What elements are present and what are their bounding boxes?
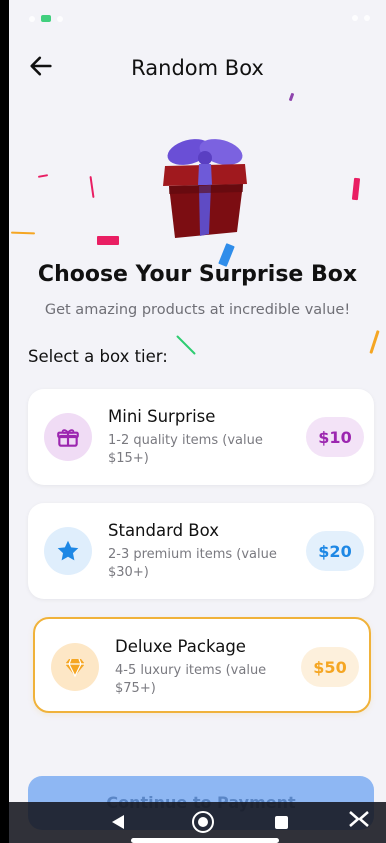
confetti-piece: [10, 231, 36, 235]
confetti-piece: [97, 236, 119, 245]
price-badge: $20: [306, 531, 364, 571]
confetti-piece: [288, 92, 295, 102]
tier-description: 4-5 luxury items (value $75+): [115, 663, 267, 696]
tier-name: Deluxe Package: [115, 637, 246, 656]
top-app-bar: Random Box: [9, 50, 386, 86]
tier-icon-badge: [51, 643, 99, 691]
gift-box-illustration: [163, 139, 247, 238]
page-title: Random Box: [131, 56, 264, 80]
tier-description: 2-3 premium items (value $30+): [108, 547, 277, 580]
diamond-icon: [65, 658, 85, 678]
confetti-piece: [37, 174, 49, 178]
signal-icon: [352, 15, 358, 21]
hero-subheading: Get amazing products at incredible value…: [44, 302, 351, 318]
price-badge: $10: [306, 417, 364, 457]
gift-box-icon: [57, 429, 79, 447]
battery-icon: [364, 15, 370, 21]
tier-icon-badge: [44, 413, 92, 461]
confetti-piece: [176, 335, 196, 355]
app-screen: Random Box Choose Your Surprise Box Get …: [9, 0, 386, 843]
home-indicator: [131, 838, 279, 843]
tier-card-mini-surprise[interactable]: Mini Surprise 1-2 quality items (value $…: [28, 389, 374, 485]
tier-card-standard-box[interactable]: Standard Box 2-3 premium items (value $3…: [28, 503, 374, 599]
section-label: Select a box tier:: [28, 347, 168, 366]
tier-card-deluxe-package[interactable]: Deluxe Package 4-5 luxury items (value $…: [33, 617, 371, 713]
tier-name: Standard Box: [108, 521, 219, 540]
nav-recents-icon[interactable]: [275, 816, 288, 829]
status-left: [29, 15, 63, 22]
confetti-piece: [89, 175, 95, 199]
nav-back-icon[interactable]: [111, 814, 125, 830]
tier-icon-badge: [44, 527, 92, 575]
tier-description: 1-2 quality items (value $15+): [108, 433, 263, 466]
status-bar: [9, 0, 386, 44]
system-navigation-bar: [9, 802, 386, 843]
nav-home-icon[interactable]: [192, 811, 214, 833]
confetti-piece: [369, 330, 380, 354]
notification-icon: [29, 15, 35, 22]
battery-saver-icon: [41, 15, 51, 22]
star-icon: [57, 540, 79, 561]
tier-name: Mini Surprise: [108, 407, 216, 426]
screen-recorder-icon[interactable]: [346, 806, 372, 832]
hero-heading: Choose Your Surprise Box: [37, 262, 358, 287]
status-right: [352, 15, 370, 21]
wifi-icon: [57, 15, 63, 22]
price-badge: $50: [301, 647, 359, 687]
confetti-piece: [351, 177, 361, 201]
